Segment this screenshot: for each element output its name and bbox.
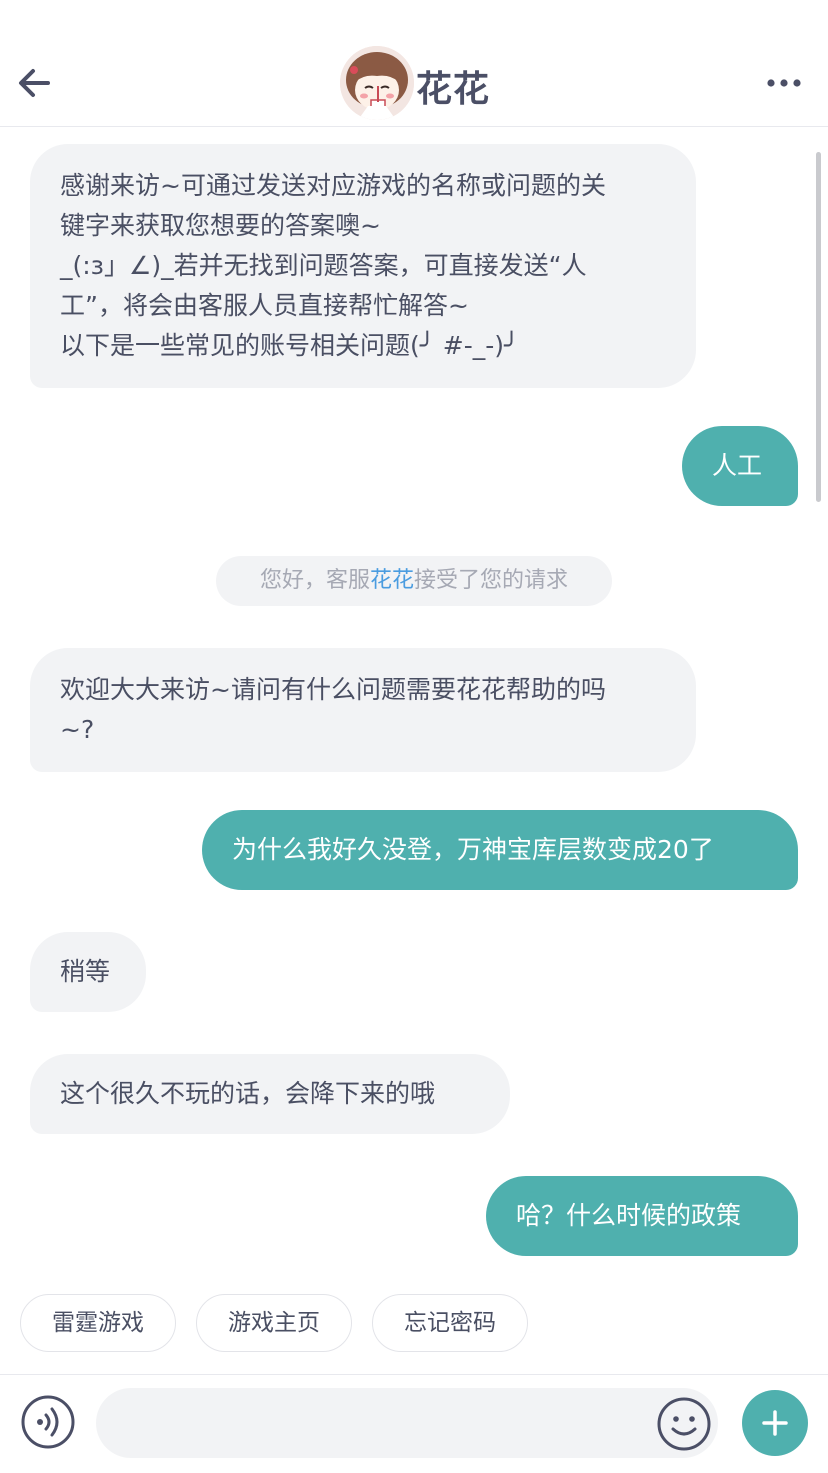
system-note-suffix: 接受了您的请求 — [414, 568, 569, 593]
more-button[interactable] — [762, 66, 806, 100]
voice-icon — [21, 1395, 75, 1449]
message-bubble-incoming: 欢迎大大来访~请问有什么问题需要花花帮助的吗 ~? — [30, 648, 696, 772]
plus-button[interactable] — [742, 1390, 808, 1456]
system-note: 您好，客服花花接受了您的请求 — [216, 556, 612, 606]
voice-button[interactable] — [20, 1394, 76, 1450]
message-bubble-outgoing: 哈？什么时候的政策 — [486, 1176, 798, 1256]
chat-header: 花花 — [0, 0, 828, 127]
arrow-left-icon — [19, 69, 50, 97]
plus-icon — [762, 1410, 788, 1436]
emoji-button[interactable] — [656, 1396, 712, 1452]
back-button[interactable] — [14, 62, 56, 104]
emoji-icon — [657, 1397, 711, 1451]
avatar[interactable] — [340, 46, 414, 120]
agent-name: 花花 — [416, 69, 491, 110]
message-bubble-incoming: 感谢来访~可通过发送对应游戏的名称或问题的关 键字来获取您想要的答案噢~ _(:… — [30, 144, 696, 388]
quick-reply-chip[interactable]: 雷霆游戏 — [20, 1294, 176, 1352]
girl-avatar-icon — [340, 46, 414, 120]
more-dots-icon — [767, 79, 801, 87]
system-note-prefix: 您好，客服 — [259, 568, 370, 593]
quick-reply-chip[interactable]: 忘记密码 — [372, 1294, 528, 1352]
quick-reply-chip[interactable]: 游戏主页 — [196, 1294, 352, 1352]
message-bubble-outgoing: 人工 — [682, 426, 798, 506]
system-note-agent-name: 花花 — [369, 568, 414, 593]
chat-scrollbar[interactable] — [816, 152, 821, 502]
message-bubble-incoming: 稍等 — [30, 932, 146, 1012]
message-bubble-outgoing: 为什么我好久没登，万神宝库层数变成20了 — [202, 810, 798, 890]
message-bubble-incoming: 这个很久不玩的话，会降下来的哦 — [30, 1054, 510, 1134]
message-input[interactable] — [96, 1388, 718, 1458]
